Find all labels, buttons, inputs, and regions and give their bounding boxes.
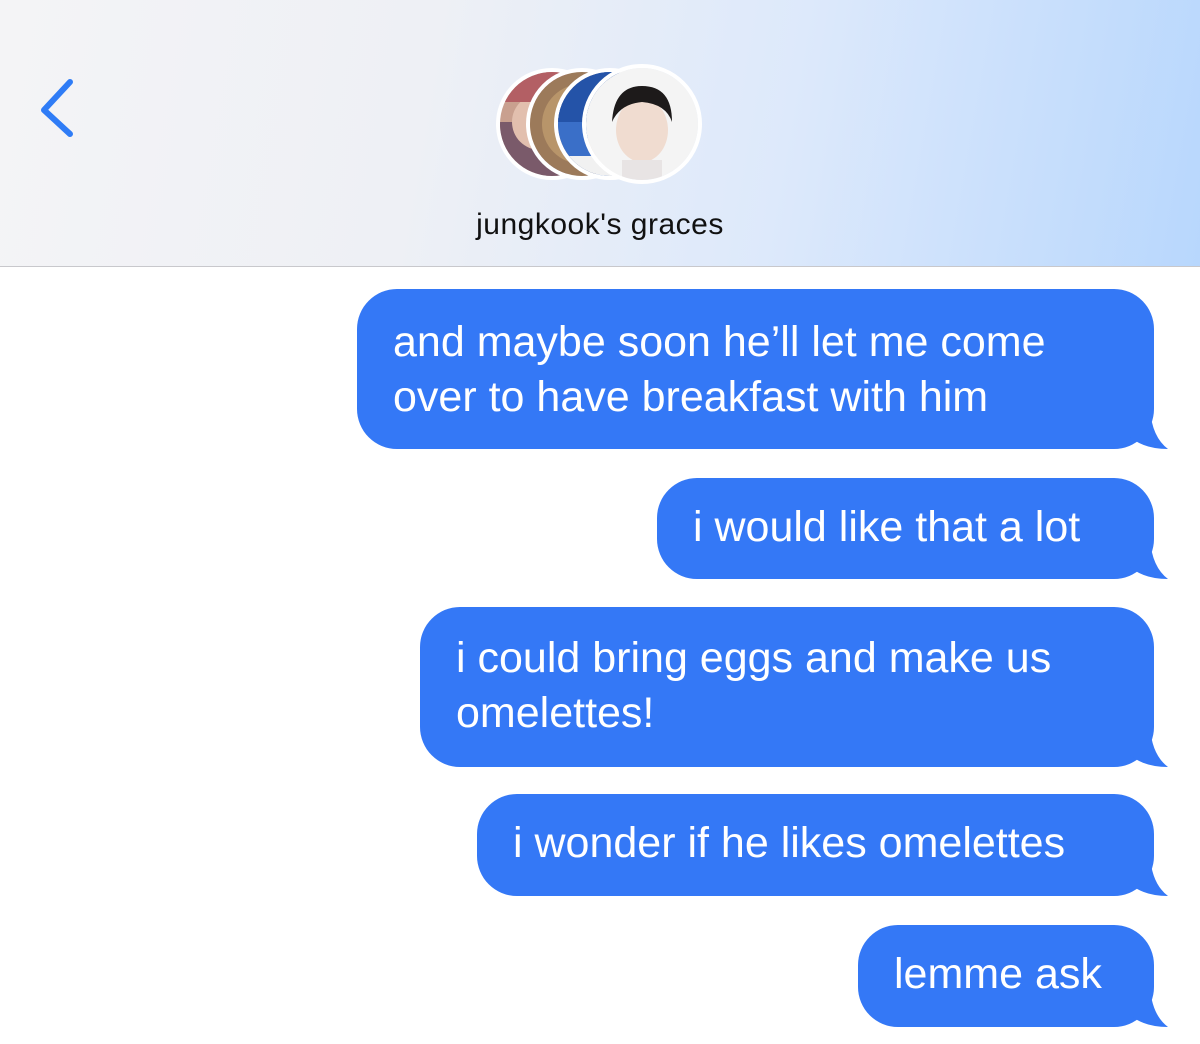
message-text: omelettes!: [456, 689, 655, 737]
message-text: and maybe soon he’ll let me come: [393, 318, 1046, 366]
message-text: i could bring eggs and make us: [456, 634, 1052, 682]
message-bubble[interactable]: i would like that a lot: [657, 478, 1168, 579]
message-text: i wonder if he likes omelettes: [513, 819, 1066, 867]
message-text: lemme ask: [894, 950, 1102, 998]
message-text: i would like that a lot: [693, 503, 1081, 551]
bubble-tail: [1128, 539, 1168, 579]
bubble-tail: [1128, 409, 1168, 449]
message-bubble[interactable]: i could bring eggs and make us omelettes…: [420, 607, 1168, 767]
chevron-left-icon: [41, 79, 73, 137]
message-bubble[interactable]: i wonder if he likes omelettes: [477, 794, 1168, 896]
bubble-tail: [1128, 856, 1168, 896]
back-button[interactable]: [30, 72, 90, 142]
group-name[interactable]: jungkook's graces: [0, 208, 1200, 242]
message-bubble[interactable]: and maybe soon he’ll let me come over to…: [357, 289, 1168, 449]
bubble-tail: [1128, 987, 1168, 1027]
message-text: over to have breakfast with him: [393, 373, 989, 421]
group-avatar[interactable]: [496, 64, 708, 188]
chat-header: jungkook's graces: [0, 0, 1200, 267]
bubble-tail: [1128, 727, 1168, 767]
message-bubble[interactable]: lemme ask: [858, 925, 1168, 1027]
avatar: [582, 64, 702, 184]
